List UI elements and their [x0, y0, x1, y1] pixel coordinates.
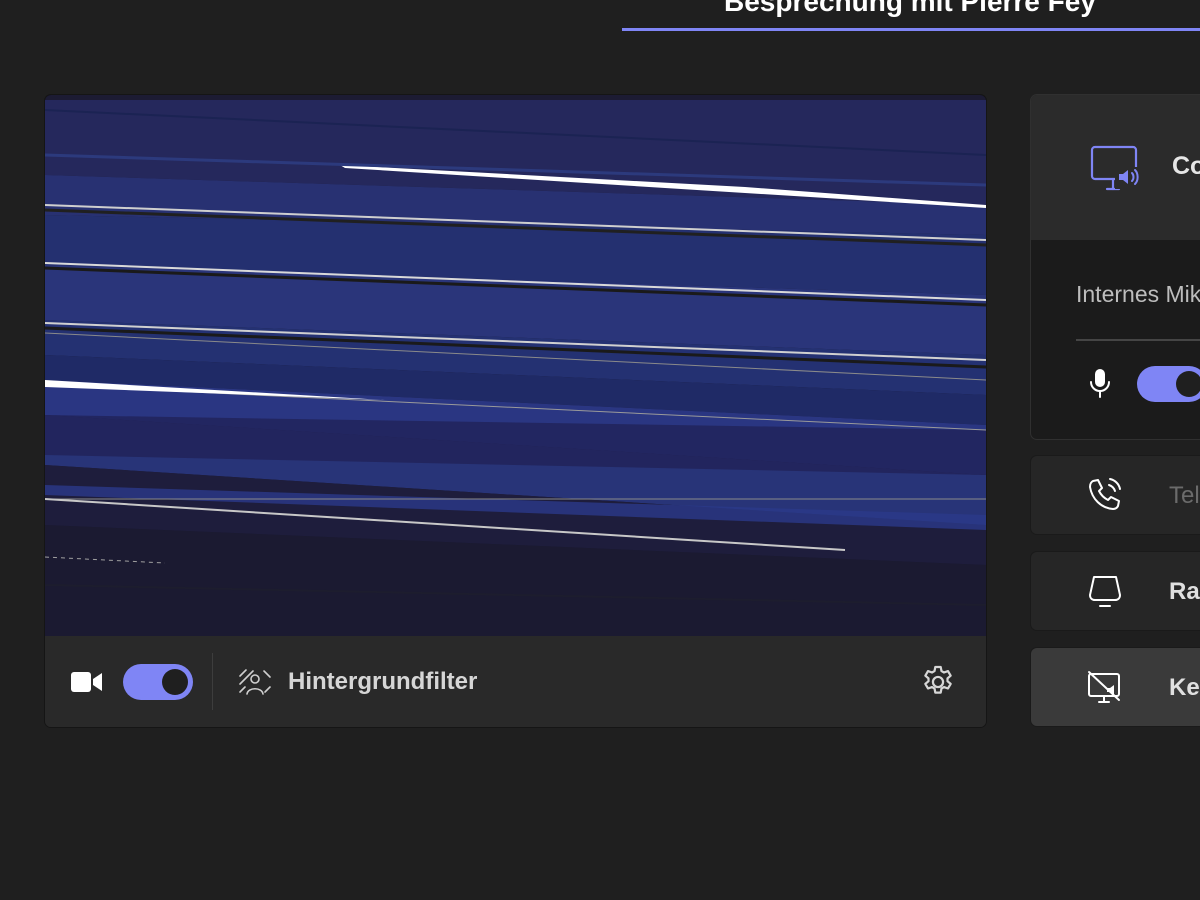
computer-speaker-icon [1090, 145, 1141, 191]
no-audio-label: Kein Audio [1169, 674, 1200, 701]
microphone-toggle-knob [1176, 371, 1200, 397]
microphone-icon [1090, 369, 1110, 398]
room-audio-label: Raumaudio [1169, 578, 1200, 605]
microphone-toggle[interactable] [1137, 366, 1200, 402]
camera-preview-image [45, 95, 986, 636]
computer-audio-label: Computeraudio [1172, 152, 1200, 180]
meeting-title-tab: Besprechung mit Pierre Fey [622, 0, 1200, 31]
no-audio-icon [1088, 671, 1120, 703]
background-blur-icon [239, 669, 271, 695]
camera-toggle[interactable] [123, 664, 193, 700]
video-controls-bar: Hintergrundfilter [45, 636, 986, 727]
gear-icon[interactable] [919, 663, 957, 701]
device-divider [1076, 339, 1200, 341]
camera-preview [45, 95, 986, 636]
no-audio-option[interactable]: Kein Audio [1031, 648, 1200, 726]
audio-settings-card: Computeraudio Internes Mikrofon [1031, 95, 1200, 439]
phone-audio-label: Telefonaudio [1169, 482, 1200, 509]
camera-toggle-knob [162, 669, 188, 695]
computer-audio-option[interactable]: Computeraudio [1031, 95, 1200, 240]
phone-icon [1089, 478, 1121, 510]
room-audio-icon [1089, 576, 1121, 607]
room-audio-option[interactable]: Raumaudio [1031, 552, 1200, 630]
background-filter-button[interactable]: Hintergrundfilter [238, 664, 477, 700]
microphone-device-select[interactable]: Internes Mikrofon [1076, 281, 1200, 308]
video-camera-icon[interactable] [71, 670, 103, 694]
video-preview-card: Hintergrundfilter [45, 95, 986, 727]
controls-divider [212, 653, 213, 710]
meeting-title: Besprechung mit Pierre Fey [724, 0, 1096, 17]
phone-audio-option[interactable]: Telefonaudio [1031, 456, 1200, 534]
background-filter-label: Hintergrundfilter [288, 668, 478, 695]
meeting-prejoin-screen: Besprechung mit Pierre Fey Hintergrundfi… [0, 0, 1200, 900]
